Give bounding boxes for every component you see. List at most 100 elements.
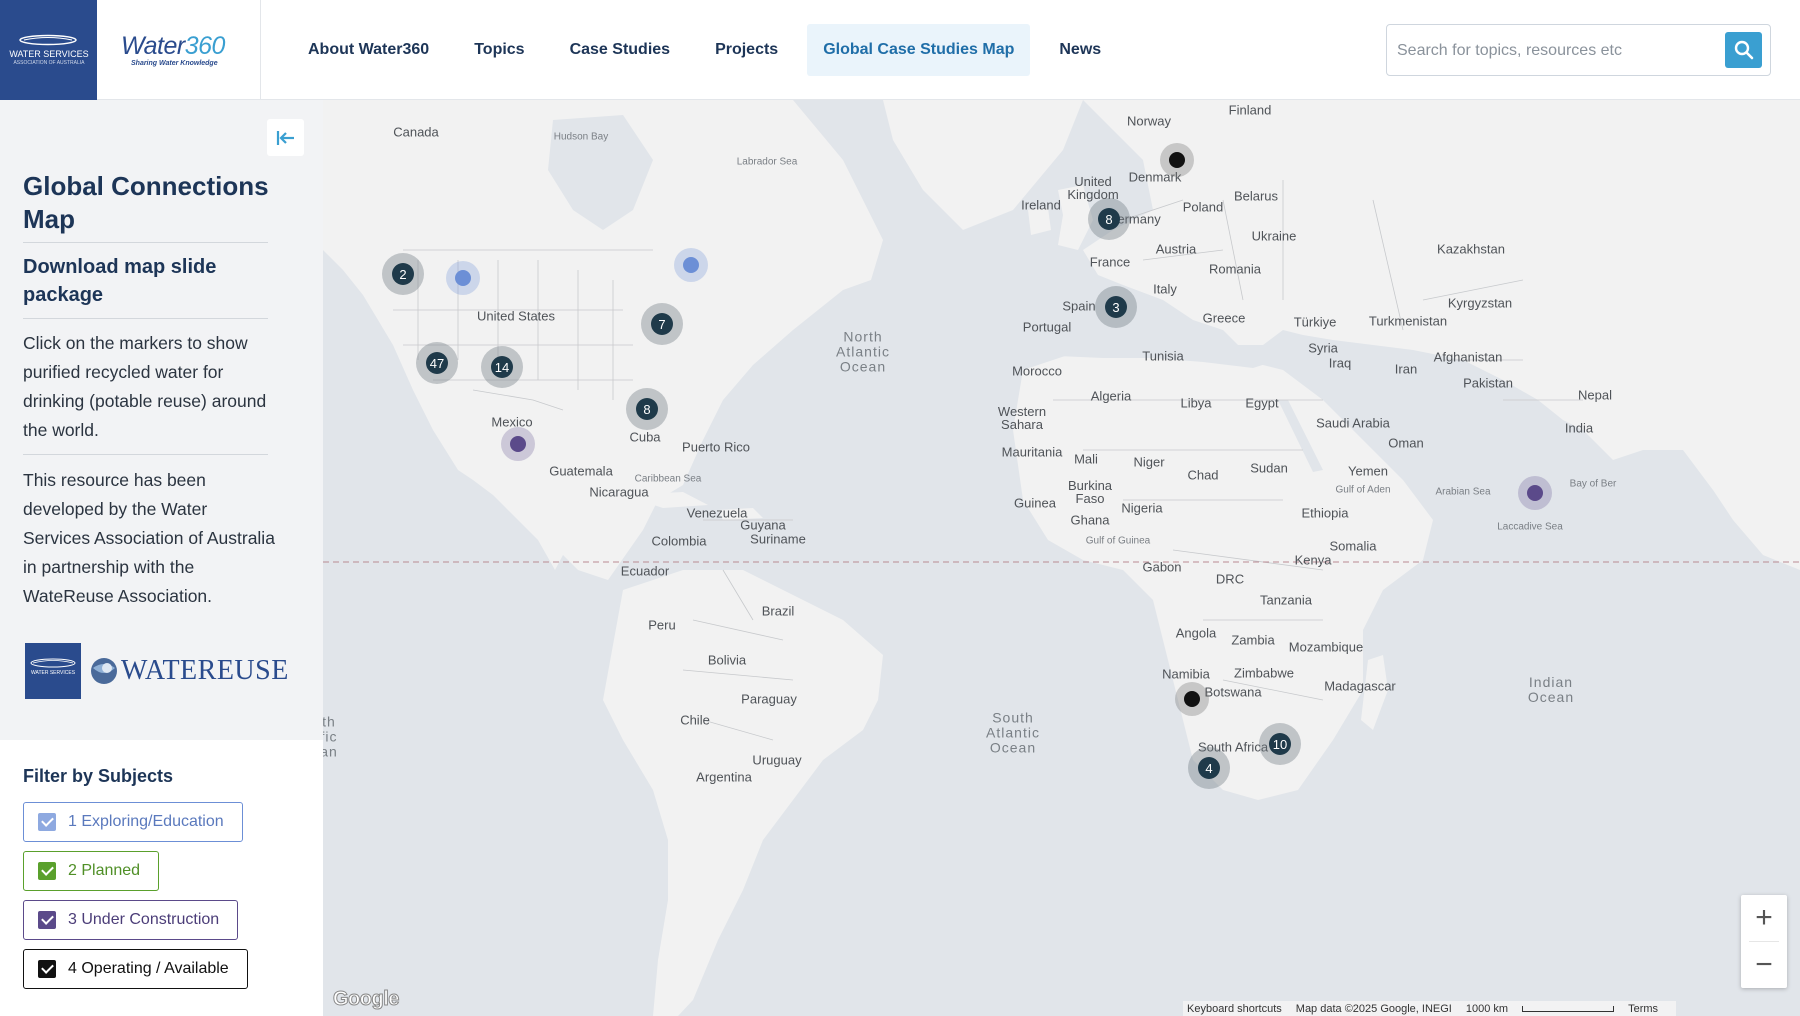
nav-topics[interactable]: Topics bbox=[458, 24, 540, 76]
map-label-pakistan: Pakistan bbox=[1463, 375, 1513, 391]
map-label-nigeria: Nigeria bbox=[1121, 500, 1163, 516]
filter-exploring-education[interactable]: 1 Exploring/Education bbox=[23, 802, 243, 842]
terms-link[interactable]: Terms bbox=[1628, 1003, 1658, 1015]
cluster-count: 47 bbox=[426, 352, 448, 374]
download-map-slide-package-link[interactable]: Download map slide package bbox=[23, 253, 283, 309]
cluster-count: 3 bbox=[1105, 296, 1127, 318]
map-label-saudi-arabia: Saudi Arabia bbox=[1316, 415, 1390, 431]
water360-logo-name: Water360 bbox=[121, 32, 225, 60]
map-label-libya: Libya bbox=[1180, 395, 1212, 411]
checkbox-checked-icon[interactable] bbox=[38, 862, 56, 880]
map-label-zambia: Zambia bbox=[1231, 632, 1275, 648]
wsaa-logo[interactable]: WATER SERVICES ASSOCIATION OF AUSTRALIA bbox=[0, 0, 97, 100]
map-data-credit: Map data ©2025 Google, INEGI bbox=[1295, 1002, 1452, 1015]
water360-logo[interactable]: Water360 Sharing Water Knowledge bbox=[97, 0, 261, 100]
map-marker-under-construction[interactable] bbox=[1518, 476, 1552, 510]
checkbox-checked-icon[interactable] bbox=[38, 813, 56, 831]
map-label-chad: Chad bbox=[1187, 467, 1219, 483]
map-marker-under-construction[interactable] bbox=[501, 427, 535, 461]
globe-icon bbox=[91, 658, 117, 684]
site-header: WATER SERVICES ASSOCIATION OF AUSTRALIA … bbox=[0, 0, 1800, 100]
filter-under-construction[interactable]: 3 Under Construction bbox=[23, 900, 239, 940]
cluster-marker[interactable]: 14 bbox=[481, 346, 523, 388]
search-input[interactable] bbox=[1395, 37, 1715, 65]
cluster-count: 8 bbox=[636, 398, 658, 420]
map-attribution: Keyboard shortcuts Map data ©2025 Google… bbox=[1183, 1001, 1677, 1016]
cluster-marker[interactable]: 47 bbox=[416, 342, 458, 384]
scale-label[interactable]: 1000 km bbox=[1466, 1003, 1508, 1015]
map-label-laccadive-sea: Laccadive Sea bbox=[1497, 521, 1563, 533]
map-label-angola: Angola bbox=[1175, 625, 1217, 641]
map-label-canada: Canada bbox=[393, 124, 439, 140]
cluster-count: 8 bbox=[1098, 208, 1120, 230]
map-label-caribbean-sea: Caribbean Sea bbox=[634, 473, 702, 485]
wsaa-logo-subtext: ASSOCIATION OF AUSTRALIA bbox=[13, 60, 85, 66]
map-label-gabon: Gabon bbox=[1142, 559, 1182, 575]
cluster-marker[interactable]: 2 bbox=[382, 253, 424, 295]
nav-case-studies[interactable]: Case Studies bbox=[554, 24, 686, 76]
map-base-layer[interactable] bbox=[323, 100, 1800, 1016]
partnership-description: This resource has been developed by the … bbox=[23, 470, 275, 606]
google-logo[interactable]: Google bbox=[333, 988, 400, 1011]
map-label-ireland: Ireland bbox=[1021, 197, 1061, 213]
page-title: Global Connections Map bbox=[23, 171, 269, 234]
zoom-out-button[interactable]: − bbox=[1741, 942, 1787, 988]
map-label-guatemala: Guatemala bbox=[549, 463, 613, 479]
map-label-guinea: Guinea bbox=[1014, 495, 1056, 511]
map-label-puerto-rico: Puerto Rico bbox=[682, 439, 750, 455]
divider bbox=[23, 318, 268, 319]
map-marker-exploring[interactable] bbox=[446, 261, 480, 295]
map-label-indian-ocean: Indian Ocean bbox=[1527, 674, 1575, 705]
keyboard-shortcuts-link[interactable]: Keyboard shortcuts bbox=[1187, 1003, 1282, 1015]
filter-title: Filter by Subjects bbox=[23, 766, 174, 786]
zoom-in-button[interactable]: + bbox=[1741, 895, 1787, 941]
map-marker-operating[interactable] bbox=[1175, 682, 1209, 716]
marker-dot bbox=[1184, 691, 1200, 707]
map-label-zimbabwe: Zimbabwe bbox=[1234, 665, 1294, 681]
map-label-niger: Niger bbox=[1133, 454, 1165, 470]
map-label-tunisia: Tunisia bbox=[1142, 348, 1184, 364]
cluster-count: 4 bbox=[1198, 757, 1220, 779]
map-label-oman: Oman bbox=[1388, 435, 1424, 451]
map-label-namibia: Namibia bbox=[1162, 666, 1210, 682]
search-button[interactable] bbox=[1725, 32, 1762, 68]
map-label-nicaragua: Nicaragua bbox=[589, 484, 649, 500]
cluster-marker[interactable]: 8 bbox=[1088, 198, 1130, 240]
nav-news[interactable]: News bbox=[1043, 24, 1117, 76]
map-label-paraguay: Paraguay bbox=[741, 691, 797, 707]
map-label-drc: DRC bbox=[1215, 571, 1245, 587]
filter-operating-available[interactable]: 4 Operating / Available bbox=[23, 949, 248, 989]
nav-projects[interactable]: Projects bbox=[699, 24, 794, 76]
map-label-mali: Mali bbox=[1074, 451, 1098, 467]
map-label-ukraine: Ukraine bbox=[1251, 228, 1297, 244]
map-label-ethiopia: Ethiopia bbox=[1301, 505, 1349, 521]
main-nav: About Water360 Topics Case Studies Proje… bbox=[292, 24, 1130, 76]
checkbox-checked-icon[interactable] bbox=[38, 960, 56, 978]
map-marker-exploring[interactable] bbox=[674, 248, 708, 282]
cluster-marker[interactable]: 8 bbox=[626, 388, 668, 430]
nav-global-case-studies-map[interactable]: Global Case Studies Map bbox=[807, 24, 1031, 76]
map-label-united-states: United States bbox=[476, 308, 556, 324]
scale-bar bbox=[1522, 1005, 1615, 1012]
cluster-marker[interactable]: 10 bbox=[1259, 723, 1301, 765]
map-label-morocco: Morocco bbox=[1012, 363, 1062, 379]
map-label-bolivia: Bolivia bbox=[707, 652, 747, 668]
marker-dot bbox=[683, 257, 699, 273]
checkbox-checked-icon[interactable] bbox=[38, 911, 56, 929]
map-label-portugal: Portugal bbox=[1022, 319, 1072, 335]
cluster-marker[interactable]: 7 bbox=[641, 303, 683, 345]
map-label-finland: Finland bbox=[1228, 102, 1272, 118]
filter-label: 2 Planned bbox=[68, 862, 141, 879]
map-label-gulf-of-aden: Gulf of Aden bbox=[1335, 484, 1391, 496]
map-label-turkiye: Türkiye bbox=[1293, 314, 1337, 330]
map-label-venezuela: Venezuela bbox=[686, 505, 748, 521]
cluster-marker[interactable]: 4 bbox=[1188, 747, 1230, 789]
cluster-marker[interactable]: 3 bbox=[1095, 286, 1137, 328]
world-map[interactable]: Canada Hudson Bay Labrador Sea United St… bbox=[323, 100, 1800, 1016]
nav-about[interactable]: About Water360 bbox=[292, 24, 445, 76]
map-label-italy: Italy bbox=[1153, 281, 1177, 297]
collapse-sidebar-button[interactable] bbox=[267, 119, 304, 156]
wave-icon bbox=[19, 34, 77, 46]
filter-planned[interactable]: 2 Planned bbox=[23, 851, 160, 891]
map-marker-operating[interactable] bbox=[1160, 143, 1194, 177]
